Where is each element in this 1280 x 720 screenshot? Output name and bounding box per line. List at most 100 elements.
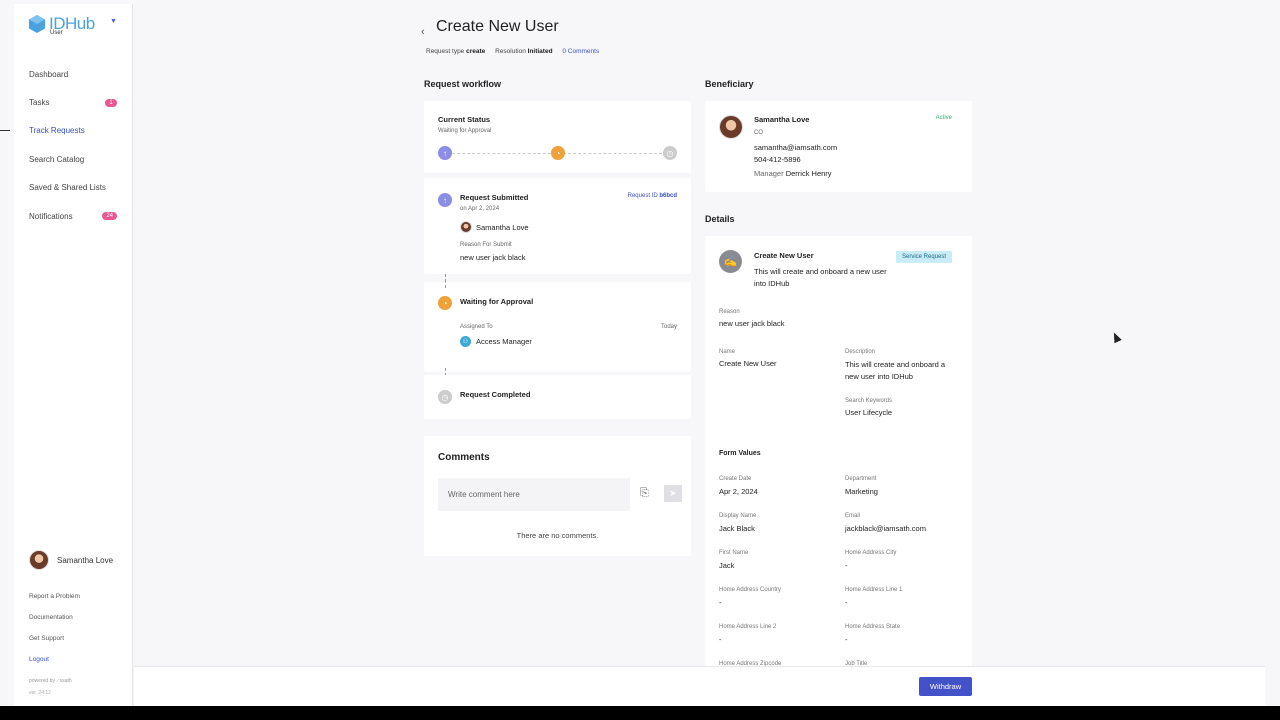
send-button[interactable]: ➤ bbox=[664, 485, 682, 502]
form-field-value: Apr 2, 2024 bbox=[719, 487, 758, 496]
reason-for-submit-value: new user jack black bbox=[460, 253, 526, 262]
assigned-when: Today bbox=[660, 324, 677, 330]
main-content: ‹ Create New User Request type create Re… bbox=[134, 4, 1265, 676]
request-id[interactable]: Request ID b6bcd bbox=[628, 193, 677, 199]
sidebar-item-label: Saved & Shared Lists bbox=[29, 183, 106, 193]
clock-pending-icon: ◔ bbox=[551, 146, 565, 160]
request-type-label: Request type bbox=[426, 48, 465, 55]
step-completed-card: ◷ Request Completed bbox=[424, 375, 691, 419]
step-submitted-date: on Apr 2, 2024 bbox=[460, 206, 500, 212]
form-field-value: - bbox=[845, 561, 848, 570]
description-label: Description bbox=[845, 349, 876, 355]
sidebar-item-tasks[interactable]: Tasks 1 bbox=[14, 88, 133, 116]
form-field-value: - bbox=[719, 598, 722, 607]
sidebar-nav: Dashboard Tasks 1 Track Requests Search … bbox=[0, 60, 133, 230]
current-status-label: Current Status bbox=[438, 115, 491, 124]
sidebar-item-label: Tasks bbox=[29, 98, 50, 108]
form-field-value: Jack Black bbox=[719, 524, 755, 533]
powered-by: powered by ⟋ssath bbox=[29, 678, 72, 684]
manager-name: Derrick Henry bbox=[785, 169, 832, 178]
details-item-desc: This will create and onboard a new user … bbox=[754, 267, 887, 288]
details-item-title: Create New User bbox=[754, 251, 814, 260]
comments-title: Comments bbox=[438, 452, 490, 463]
form-field-label: Display Name bbox=[719, 513, 757, 519]
form-field-label: Home Address Line 2 bbox=[719, 624, 777, 630]
manager-label: Manager bbox=[754, 169, 784, 178]
reason-label: Reason bbox=[719, 309, 740, 315]
sidebar-item-label: Dashboard bbox=[29, 69, 69, 79]
action-footer: Withdraw bbox=[134, 666, 1265, 706]
sidebar-item-search-catalog[interactable]: Search Catalog bbox=[14, 145, 133, 173]
beneficiary-name: Samantha Love bbox=[754, 115, 810, 124]
clock-icon: ◷ bbox=[438, 390, 452, 404]
sidebar-item-dashboard[interactable]: Dashboard bbox=[14, 60, 133, 88]
no-comments-text: There are no comments. bbox=[516, 531, 599, 540]
comments-card: Comments Write comment here ⎘ ➤ There ar… bbox=[424, 436, 691, 556]
send-icon: ➤ bbox=[669, 488, 677, 498]
pencil-sign-icon: ✍ bbox=[719, 250, 742, 273]
sidebar-item-track-requests[interactable]: Track Requests bbox=[0, 117, 133, 145]
form-field-value: jackblack@iamsath.com bbox=[845, 524, 926, 533]
logout-link[interactable]: Logout bbox=[29, 651, 80, 672]
connector-line bbox=[445, 274, 446, 288]
form-field-value: Jack bbox=[719, 561, 735, 570]
request-id-value: b6bcd bbox=[659, 193, 677, 199]
form-field-label: Email bbox=[845, 513, 861, 519]
form-field-label: Department bbox=[845, 476, 877, 482]
comment-input[interactable]: Write comment here bbox=[438, 478, 630, 511]
idhub-hex-icon bbox=[29, 15, 45, 33]
form-field-label: Home Address Country bbox=[719, 587, 782, 593]
step-completed-title: Request Completed bbox=[460, 390, 531, 399]
avatar bbox=[460, 221, 472, 233]
step-approval-card: ◔ Waiting for Approval Assigned To Today… bbox=[424, 274, 691, 372]
status-badge: Active bbox=[935, 115, 952, 121]
logo-subtitle: User bbox=[50, 30, 63, 36]
comment-placeholder: Write comment here bbox=[448, 490, 520, 499]
documentation-link[interactable]: Documentation bbox=[29, 609, 80, 630]
service-request-tag: Service Request bbox=[896, 251, 953, 263]
current-status-card: Current Status Waiting for Approval ↑ ◔ … bbox=[424, 101, 691, 173]
step-submitted-title: Request Submitted bbox=[460, 193, 529, 202]
sidebar-item-label: Track Requests bbox=[29, 126, 85, 136]
group-icon: ⚇ bbox=[460, 336, 471, 347]
withdraw-button[interactable]: Withdraw bbox=[919, 677, 972, 696]
comments-link[interactable]: 0 Comments bbox=[562, 48, 599, 55]
arrow-up-icon: ↑ bbox=[438, 146, 452, 160]
version-text: ver. 24.12 bbox=[29, 690, 51, 696]
request-id-label: Request ID bbox=[627, 193, 658, 199]
details-card: ✍ Create New User This will create and o… bbox=[705, 236, 972, 676]
tasks-count-badge: 1 bbox=[105, 98, 117, 107]
report-problem-link[interactable]: Report a Problem bbox=[29, 588, 80, 609]
form-field-label: Home Address State bbox=[845, 624, 901, 630]
form-field-value: Marketing bbox=[845, 487, 878, 496]
paperclip-icon[interactable]: ⎘ bbox=[640, 487, 649, 500]
step-submitted-card: ↑ Request Submitted on Apr 2, 2024 Reque… bbox=[424, 178, 691, 274]
app-frame: IDHub User ▼ Dashboard Tasks 1 Track Req… bbox=[0, 0, 1280, 706]
avatar bbox=[719, 115, 743, 139]
details-section-title: Details bbox=[705, 214, 735, 224]
form-field-label: First Name bbox=[719, 550, 749, 556]
assigned-to-label: Assigned To bbox=[460, 324, 493, 330]
assignee: ⚇ Access Manager bbox=[460, 336, 532, 347]
request-meta: Request type create Resolution Initiated… bbox=[426, 48, 599, 55]
sidebar-item-notifications[interactable]: Notifications 24 bbox=[14, 202, 133, 230]
back-chevron-icon[interactable]: ‹ bbox=[421, 26, 425, 38]
clock-icon: ◷ bbox=[663, 146, 677, 160]
submitter: Samantha Love bbox=[460, 221, 529, 233]
clock-pending-icon: ◔ bbox=[438, 296, 452, 310]
request-type-value: create bbox=[466, 48, 486, 55]
form-field-value: - bbox=[845, 635, 848, 644]
get-support-link[interactable]: Get Support bbox=[29, 630, 80, 651]
form-field-value: - bbox=[719, 635, 722, 644]
form-field-label: Home Address City bbox=[845, 550, 897, 556]
current-user[interactable]: Samantha Love bbox=[29, 550, 113, 570]
form-field-label: Home Address Line 1 bbox=[845, 587, 903, 593]
chevron-down-icon[interactable]: ▼ bbox=[110, 18, 117, 25]
reason-for-submit-label: Reason For Submit bbox=[460, 242, 512, 248]
resolution-label: Resolution bbox=[495, 48, 526, 55]
submitter-name: Samantha Love bbox=[476, 222, 529, 232]
sidebar-item-label: Notifications bbox=[29, 211, 73, 221]
current-status-value: Waiting for Approval bbox=[438, 128, 492, 134]
sidebar-item-saved-lists[interactable]: Saved & Shared Lists bbox=[14, 174, 133, 202]
step-approval-title: Waiting for Approval bbox=[460, 297, 534, 306]
